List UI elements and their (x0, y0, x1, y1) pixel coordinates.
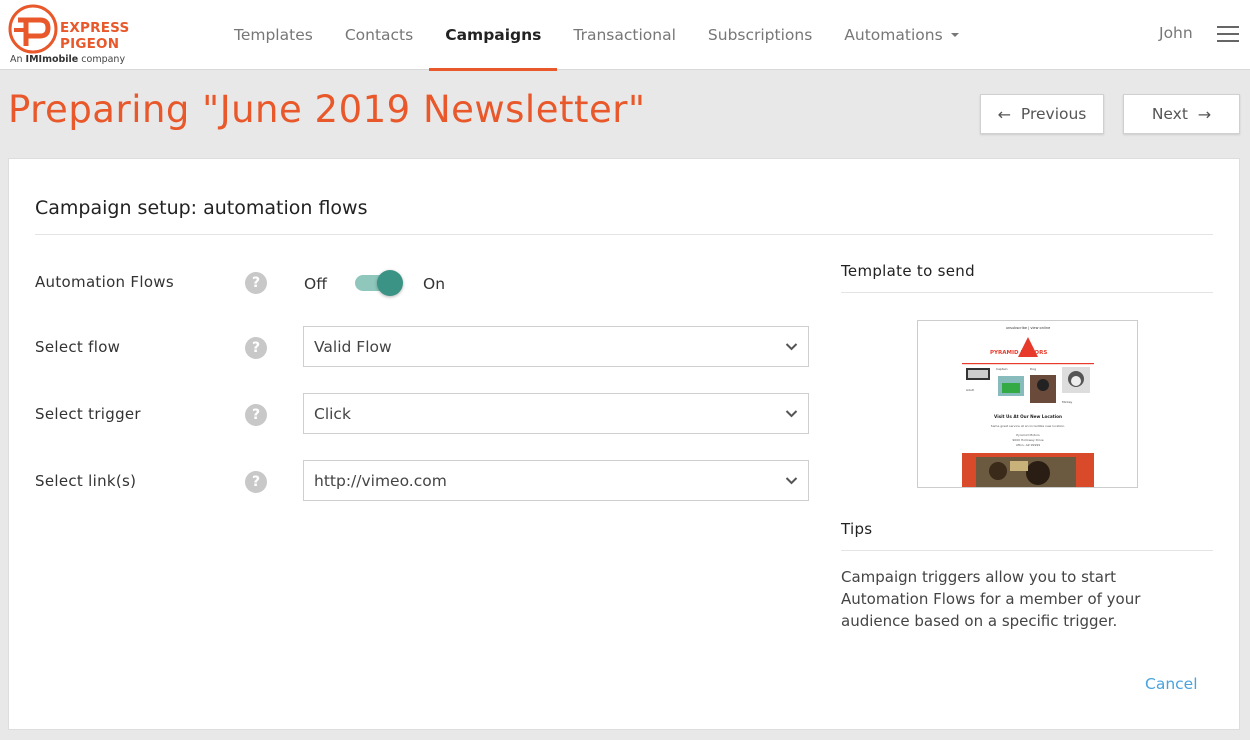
nav-item-subscriptions[interactable]: Subscriptions (692, 0, 828, 70)
select-flow-label: Select flow (35, 338, 121, 356)
divider (841, 292, 1213, 293)
nav-item-templates[interactable]: Templates (218, 0, 329, 70)
toggle-knob (377, 270, 403, 296)
nav-item-campaigns[interactable]: Campaigns (429, 0, 558, 71)
thumb-top-links: unsubscribe | view online (1006, 326, 1051, 330)
cancel-link[interactable]: Cancel (1145, 675, 1198, 693)
select-trigger-value: Click (314, 404, 351, 423)
nav-item-transactional[interactable]: Transactional (557, 0, 691, 70)
select-links-value: http://vimeo.com (314, 471, 447, 490)
select-flow-dropdown[interactable]: Valid Flow (303, 326, 809, 367)
select-links-row: Select link(s) ? http://vimeo.com (35, 460, 815, 502)
previous-button[interactable]: ← Previous (980, 94, 1104, 134)
user-name[interactable]: John (1159, 24, 1193, 42)
thumb-addr3: Afton, AZ 99999 (1016, 443, 1040, 447)
template-thumbnail[interactable]: unsubscribe | view online PYRAMID MOTORS… (917, 320, 1138, 488)
automation-flows-toggle[interactable] (355, 269, 403, 296)
thumb-name-a: Captain (996, 367, 1008, 371)
campaign-setup-card: Campaign setup: automation flows Automat… (8, 158, 1240, 730)
logo-tagline: An IMImobile company (10, 54, 126, 65)
arrow-left-icon: ← (997, 104, 1012, 124)
nav-item-contacts[interactable]: Contacts (329, 0, 429, 70)
page-title: Preparing "June 2019 Newsletter" (8, 88, 646, 131)
automation-flows-row: Automation Flows ? Off On (35, 269, 815, 311)
arrow-right-icon: → (1197, 104, 1212, 124)
help-icon[interactable]: ? (245, 471, 267, 493)
select-flow-value: Valid Flow (314, 337, 392, 356)
thumb-body: Same great service at an incredible new … (991, 424, 1065, 428)
tips-text: Campaign triggers allow you to start Aut… (841, 568, 1141, 630)
toggle-on-label: On (423, 275, 446, 293)
thumb-logo-text: PYRAMID MOTORS (990, 350, 1047, 356)
thumb-name-c: Adult (966, 388, 975, 392)
select-trigger-dropdown[interactable]: Click (303, 393, 809, 434)
main-nav: Templates Contacts Campaigns Transaction… (218, 0, 975, 71)
pigeon-logo-icon (8, 4, 58, 54)
next-button[interactable]: Next → (1123, 94, 1240, 134)
help-icon[interactable]: ? (245, 272, 267, 294)
chevron-down-icon (785, 410, 798, 418)
thumb-addr2: 9000 Holloway Drive (1012, 438, 1043, 442)
card-title: Campaign setup: automation flows (35, 197, 368, 219)
chevron-down-icon (785, 343, 798, 351)
toggle-off-label: Off (304, 275, 327, 293)
select-flow-row: Select flow ? Valid Flow (35, 326, 815, 368)
express-pigeon-logo[interactable]: EXPRESS PIGEON An IMImobile company (8, 4, 138, 66)
divider (841, 550, 1213, 551)
automation-flows-label: Automation Flows (35, 273, 174, 291)
tips-title: Tips (841, 520, 873, 538)
divider (35, 234, 1213, 235)
help-icon[interactable]: ? (245, 337, 267, 359)
select-trigger-row: Select trigger ? Click (35, 393, 815, 435)
template-to-send-title: Template to send (841, 262, 975, 280)
thumb-name-d: Mickey (1062, 400, 1073, 404)
select-trigger-label: Select trigger (35, 405, 141, 423)
nav-item-automations[interactable]: Automations (828, 0, 974, 70)
select-links-label: Select link(s) (35, 472, 137, 490)
thumb-addr1: Pyramid Motors (1016, 433, 1040, 437)
logo-wordmark: EXPRESS PIGEON (60, 20, 130, 52)
chevron-down-icon (785, 477, 798, 485)
thumb-headline: Visit Us At Our New Location (994, 414, 1062, 419)
caret-down-icon (950, 33, 959, 37)
help-icon[interactable]: ? (245, 404, 267, 426)
template-preview-image: unsubscribe | view online PYRAMID MOTORS… (918, 321, 1137, 487)
thumb-name-b: Dog (1030, 367, 1036, 371)
top-navigation-bar: EXPRESS PIGEON An IMImobile company Temp… (0, 0, 1250, 71)
hamburger-menu-icon[interactable] (1217, 26, 1239, 42)
select-links-dropdown[interactable]: http://vimeo.com (303, 460, 809, 501)
